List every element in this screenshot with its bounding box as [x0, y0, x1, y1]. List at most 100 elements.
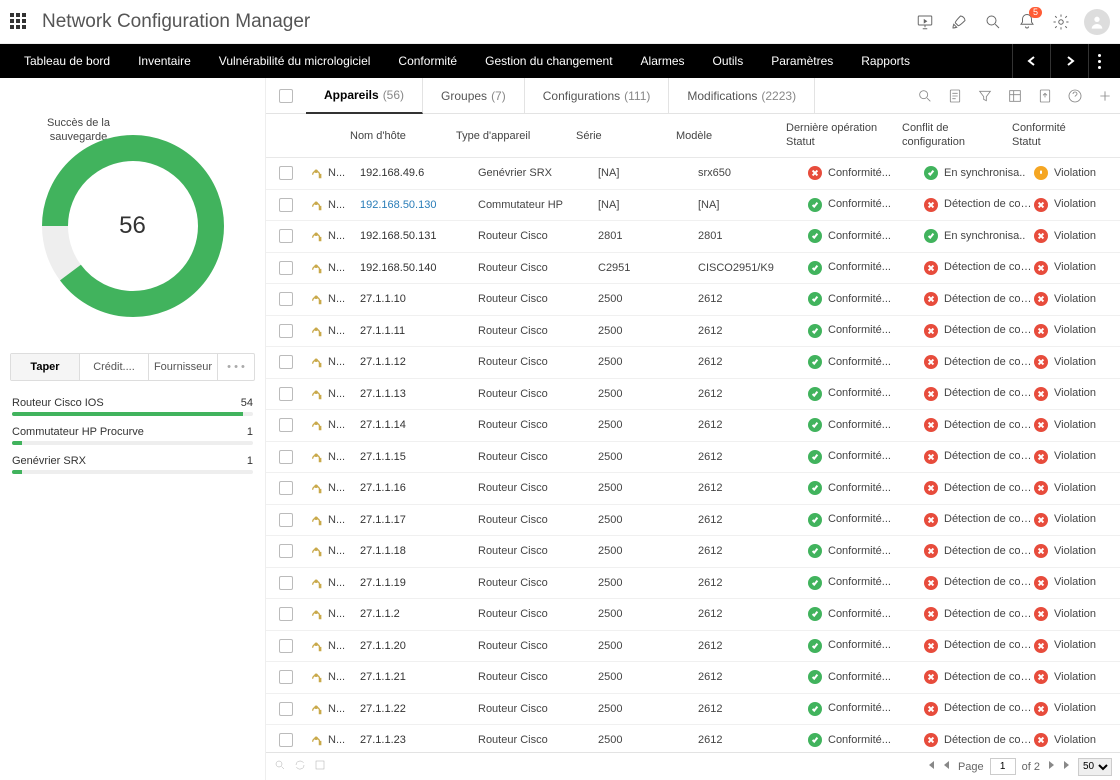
col-type[interactable]: Type d'appareil: [456, 130, 576, 142]
add-icon[interactable]: [1090, 78, 1120, 113]
settings-gear-icon[interactable]: [1050, 11, 1072, 33]
col-serie[interactable]: Série: [576, 130, 676, 142]
row-checkbox[interactable]: [279, 166, 293, 180]
table-row[interactable]: N...192.168.49.6Genévrier SRX[NA]srx650C…: [266, 158, 1120, 190]
col-last-op[interactable]: Dernière opération Statut: [786, 122, 902, 148]
status-ok-icon: [808, 481, 822, 495]
table-row[interactable]: N...27.1.1.20Routeur Cisco25002612Confor…: [266, 631, 1120, 663]
row-checkbox[interactable]: [279, 292, 293, 306]
table-row[interactable]: N...27.1.1.19Routeur Cisco25002612Confor…: [266, 568, 1120, 600]
nav-item-6[interactable]: Outils: [699, 44, 758, 78]
row-checkbox[interactable]: [279, 544, 293, 558]
table-row[interactable]: N...27.1.1.17Routeur Cisco25002612Confor…: [266, 505, 1120, 537]
row-checkbox[interactable]: [279, 198, 293, 212]
columns-icon[interactable]: [1000, 78, 1030, 113]
table-row[interactable]: N...192.168.50.131Routeur Cisco28012801C…: [266, 221, 1120, 253]
cell-last-op: Conformité...: [808, 198, 924, 212]
col-config-conflict[interactable]: Conflit de configuration: [902, 122, 1012, 148]
presentation-icon[interactable]: [914, 11, 936, 33]
row-checkbox[interactable]: [279, 324, 293, 338]
filter-icon[interactable]: [970, 78, 1000, 113]
col-hostname[interactable]: Nom d'hôte: [306, 130, 456, 142]
legend-count: 1: [247, 426, 253, 438]
rocket-icon[interactable]: [948, 11, 970, 33]
notifications-icon[interactable]: 5: [1016, 11, 1038, 33]
pager-page-input[interactable]: [990, 758, 1016, 775]
cell-hostname: N...: [328, 577, 356, 589]
row-checkbox[interactable]: [279, 481, 293, 495]
nav-item-4[interactable]: Gestion du changement: [471, 44, 626, 78]
row-checkbox[interactable]: [279, 418, 293, 432]
table-row[interactable]: N...27.1.1.15Routeur Cisco25002612Confor…: [266, 442, 1120, 474]
row-checkbox[interactable]: [279, 702, 293, 716]
export-icon[interactable]: [1030, 78, 1060, 113]
pager-first-icon[interactable]: [926, 760, 936, 773]
table-row[interactable]: N...192.168.50.140Routeur CiscoC2951CISC…: [266, 253, 1120, 285]
nav-prev-icon[interactable]: [1012, 44, 1050, 78]
table-row[interactable]: N...27.1.1.11Routeur Cisco25002612Confor…: [266, 316, 1120, 348]
table-row[interactable]: N...27.1.1.16Routeur Cisco25002612Confor…: [266, 473, 1120, 505]
sidebar-tab-2[interactable]: Fournisseur: [149, 354, 218, 380]
data-tab-1[interactable]: Groupes (7): [423, 78, 525, 113]
status-err-icon: [924, 450, 938, 464]
pager-prev-icon[interactable]: [942, 760, 952, 773]
table-row[interactable]: N...27.1.1.22Routeur Cisco25002612Confor…: [266, 694, 1120, 726]
help-icon[interactable]: [1060, 78, 1090, 113]
status-ok-icon: [808, 324, 822, 338]
nav-next-icon[interactable]: [1050, 44, 1088, 78]
sidebar-tab-1[interactable]: Crédit....: [80, 354, 149, 380]
table-row[interactable]: N...27.1.1.13Routeur Cisco25002612Confor…: [266, 379, 1120, 411]
row-checkbox[interactable]: [279, 229, 293, 243]
row-checkbox[interactable]: [279, 639, 293, 653]
footer-fullscreen-icon[interactable]: [314, 759, 326, 774]
cell-last-op: Conformité...: [808, 702, 924, 716]
row-checkbox[interactable]: [279, 450, 293, 464]
row-checkbox[interactable]: [279, 261, 293, 275]
footer-refresh-icon[interactable]: [294, 759, 306, 774]
nav-item-0[interactable]: Tableau de bord: [10, 44, 124, 78]
sidebar-tab-more[interactable]: • • •: [218, 354, 254, 380]
row-checkbox[interactable]: [279, 607, 293, 621]
apps-grid-icon[interactable]: [10, 13, 28, 31]
select-all-checkbox[interactable]: [279, 89, 293, 103]
nav-item-8[interactable]: Rapports: [847, 44, 924, 78]
footer-search-icon[interactable]: [274, 759, 286, 774]
pager-next-icon[interactable]: [1046, 760, 1056, 773]
table-row[interactable]: N...27.1.1.12Routeur Cisco25002612Confor…: [266, 347, 1120, 379]
cell-model: 2612: [698, 293, 808, 305]
row-checkbox[interactable]: [279, 355, 293, 369]
table-row[interactable]: N...27.1.1.2Routeur Cisco25002612Conform…: [266, 599, 1120, 631]
search-tool-icon[interactable]: [910, 78, 940, 113]
cell-ip[interactable]: 192.168.50.130: [360, 199, 436, 211]
sidebar-tab-0[interactable]: Taper: [11, 354, 80, 380]
search-icon[interactable]: [982, 11, 1004, 33]
table-row[interactable]: N...27.1.1.14Routeur Cisco25002612Confor…: [266, 410, 1120, 442]
col-model[interactable]: Modèle: [676, 130, 786, 142]
user-avatar[interactable]: [1084, 9, 1110, 35]
table-row[interactable]: N...27.1.1.23Routeur Cisco25002612Confor…: [266, 725, 1120, 752]
pager-last-icon[interactable]: [1062, 760, 1072, 773]
nav-item-7[interactable]: Paramètres: [757, 44, 847, 78]
row-checkbox[interactable]: [279, 387, 293, 401]
pdf-export-icon[interactable]: [940, 78, 970, 113]
cell-type: Genévrier SRX: [478, 167, 598, 179]
row-checkbox[interactable]: [279, 576, 293, 590]
nav-item-2[interactable]: Vulnérabilité du micrologiciel: [205, 44, 385, 78]
table-row[interactable]: N...27.1.1.21Routeur Cisco25002612Confor…: [266, 662, 1120, 694]
nav-item-5[interactable]: Alarmes: [627, 44, 699, 78]
row-checkbox[interactable]: [279, 733, 293, 747]
pager-size-select[interactable]: 50: [1078, 758, 1112, 776]
nav-more-icon[interactable]: [1088, 44, 1110, 78]
row-checkbox[interactable]: [279, 513, 293, 527]
data-tab-3[interactable]: Modifications (2223): [669, 78, 815, 113]
col-compliance[interactable]: Conformité Statut: [1012, 122, 1088, 148]
data-tab-0[interactable]: Appareils (56): [306, 78, 423, 114]
nav-item-1[interactable]: Inventaire: [124, 44, 205, 78]
table-row[interactable]: N...192.168.50.130Commutateur HP[NA][NA]…: [266, 190, 1120, 222]
table-row[interactable]: N...27.1.1.18Routeur Cisco25002612Confor…: [266, 536, 1120, 568]
table-row[interactable]: N...27.1.1.10Routeur Cisco25002612Confor…: [266, 284, 1120, 316]
nav-item-3[interactable]: Conformité: [384, 44, 471, 78]
row-checkbox[interactable]: [279, 670, 293, 684]
cell-last-op: Conformité...: [808, 607, 924, 621]
data-tab-2[interactable]: Configurations (111): [525, 78, 670, 113]
